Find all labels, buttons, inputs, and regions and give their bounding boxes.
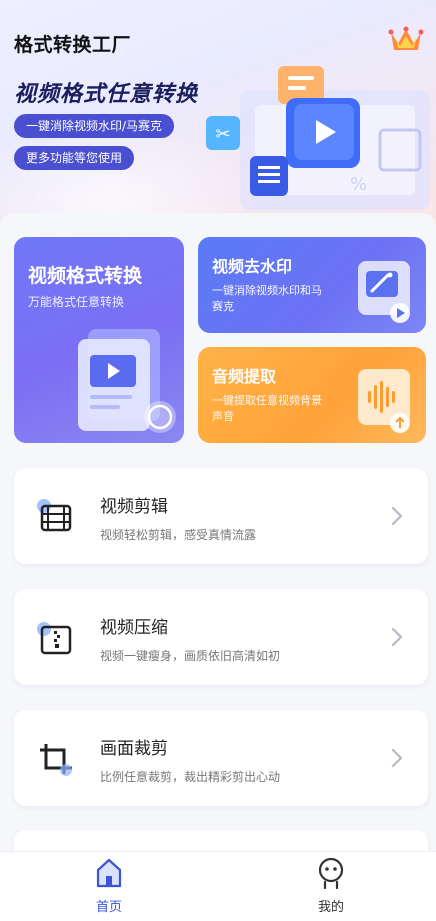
hero-pill-watermark[interactable]: 一键消除视频水印/马赛克	[14, 114, 175, 138]
card-subtitle: 一键消除视频水印和马赛克	[212, 284, 322, 313]
magic-wand-icon	[358, 261, 410, 323]
chevron-right-icon	[391, 627, 403, 647]
nav-home[interactable]: 首页	[59, 852, 159, 921]
card-subtitle: 一键提取任意视频背景声音	[212, 394, 322, 423]
tool-title: 视频剪辑	[100, 497, 168, 517]
tool-subtitle: 视频轻松剪辑，感受真情流露	[100, 528, 257, 542]
video-remove-watermark-card[interactable]: 视频去水印 一键消除视频水印和马赛克	[198, 237, 426, 333]
video-file-icon	[78, 329, 176, 433]
chevron-right-icon	[391, 506, 403, 526]
chevron-right-icon	[391, 748, 403, 768]
user-face-icon	[318, 857, 344, 890]
card-title: 音频提取	[212, 367, 277, 386]
tool-video-compress[interactable]: 视频压缩 视频一键瘦身，画质依旧高清如初	[14, 589, 428, 685]
hero-headline: 视频格式任意转换	[14, 82, 199, 107]
audio-wave-icon	[358, 369, 410, 433]
film-icon	[37, 499, 72, 532]
tool-subtitle: 视频一键瘦身，画质依旧高清如初	[100, 649, 281, 663]
bottom-nav: 首页 我的	[0, 851, 436, 921]
home-icon	[96, 858, 122, 888]
compress-icon	[37, 622, 72, 655]
card-title: 视频格式转换	[28, 265, 143, 287]
card-title: 视频去水印	[212, 257, 293, 276]
nav-me-label: 我的	[317, 900, 344, 915]
app-title: 格式转换工厂	[14, 34, 132, 56]
nav-home-label: 首页	[95, 900, 122, 915]
nav-me[interactable]: 我的	[281, 852, 381, 921]
tool-video-edit[interactable]: 视频剪辑 视频轻松剪辑，感受真情流露	[14, 468, 428, 564]
hero-pill-more[interactable]: 更多功能等您使用	[14, 146, 135, 170]
hero-banner: 格式转换工厂 视频格式任意转换 一键消除视频水印/马赛克 更多功能等您使用 ✂ …	[0, 0, 436, 230]
tool-title: 画面裁剪	[100, 739, 168, 759]
svg-text:✂: ✂	[215, 124, 230, 145]
tool-subtitle: 比例任意裁剪，裁出精彩剪出心动	[100, 770, 281, 784]
audio-extract-card[interactable]: 音频提取 一键提取任意视频背景声音	[198, 347, 426, 443]
svg-text:%: %	[350, 174, 367, 195]
crown-icon[interactable]	[388, 24, 424, 54]
video-format-convert-card[interactable]: 视频格式转换 万能格式任意转换	[14, 237, 184, 443]
tool-crop[interactable]: 画面裁剪 比例任意裁剪，裁出精彩剪出心动	[14, 710, 428, 806]
crop-icon	[40, 744, 72, 776]
card-subtitle: 万能格式任意转换	[28, 295, 125, 309]
tool-title: 视频压缩	[100, 618, 168, 638]
hero-illustration: ✂ %	[206, 66, 430, 210]
